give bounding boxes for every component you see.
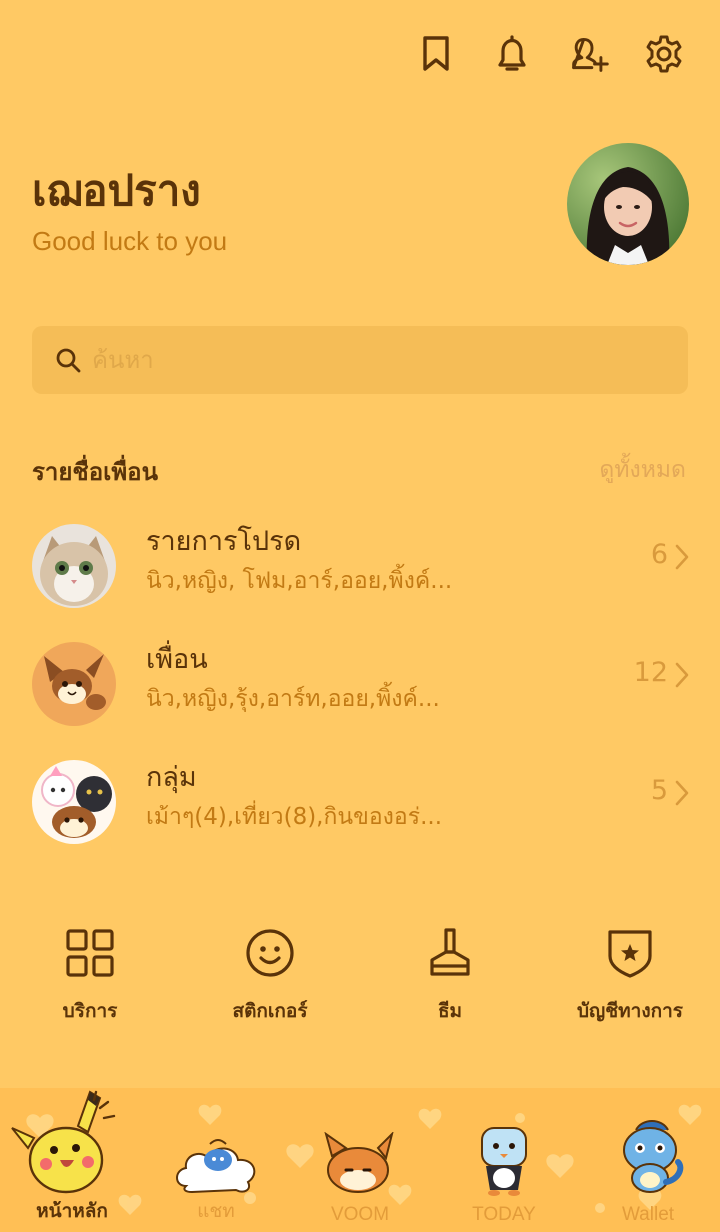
- fox-voom-icon: [324, 1132, 394, 1193]
- bookmark-button[interactable]: [414, 32, 458, 76]
- friend-list-count: 6: [650, 539, 668, 570]
- cloud-chat-icon: [176, 1139, 256, 1194]
- stickers-button[interactable]: สติกเกอร์: [180, 920, 360, 1030]
- friend-list-members: นิว,หญิง,รุ้ง,อาร์ท,ออย,พิ้งค์...: [146, 686, 440, 712]
- services-button[interactable]: บริการ: [0, 920, 180, 1030]
- tab-voom-label: VOOM: [330, 1204, 390, 1225]
- sobble-wallet-icon: [623, 1120, 684, 1193]
- official-accounts-button[interactable]: บัญชีทางการ: [540, 920, 720, 1030]
- favorites-thumbnail: [32, 524, 116, 608]
- add-friend-icon: [572, 38, 609, 72]
- friend-list-count: 12: [633, 657, 668, 688]
- settings-button[interactable]: [642, 32, 686, 76]
- friend-list-title: รายการโปรด: [146, 526, 302, 557]
- themes-button[interactable]: ธีม: [360, 920, 540, 1030]
- services-label: บริการ: [62, 1000, 118, 1022]
- friend-list-members: นิว,หญิง, โฟม,อาร์,ออย,พิ้งค์...: [146, 568, 453, 594]
- tab-wallet[interactable]: Wallet: [576, 1088, 720, 1232]
- tab-wallet-label: Wallet: [621, 1204, 675, 1225]
- see-all-link[interactable]: ดูทั้งหมด: [599, 452, 686, 488]
- search-bar[interactable]: [32, 326, 688, 394]
- bookmark-icon: [423, 36, 449, 71]
- brush-icon: [430, 928, 470, 976]
- bell-icon: [498, 35, 526, 71]
- profile-name[interactable]: เฌอปราง: [32, 158, 201, 224]
- friends-thumbnail: [32, 642, 116, 726]
- search-icon: [56, 348, 81, 373]
- search-input[interactable]: [92, 326, 652, 394]
- stickers-label: สติกเกอร์: [232, 1000, 308, 1022]
- tab-chat-label: แชท: [197, 1201, 235, 1222]
- friend-list-count: 5: [650, 775, 668, 806]
- bottom-tab-bar: หน้าหลัก แชท VOOM TODAY Wallet: [0, 1088, 720, 1232]
- grid-icon: [66, 929, 114, 977]
- penguin-today-icon: [481, 1127, 527, 1196]
- gear-icon: [646, 35, 682, 73]
- chevron-right-icon: [675, 662, 689, 688]
- tab-home-label: หน้าหลัก: [36, 1201, 108, 1222]
- chevron-right-icon: [675, 544, 689, 570]
- friend-list-row-groups[interactable]: กลุ่ม เม้าๆ(4),เที่ยว(8),กินของอร่... 5: [0, 751, 720, 861]
- chevron-right-icon: [675, 780, 689, 806]
- add-friend-button[interactable]: [568, 32, 612, 76]
- tab-home[interactable]: หน้าหลัก: [0, 1088, 144, 1232]
- tab-today-label: TODAY: [472, 1204, 536, 1225]
- notifications-button[interactable]: [490, 32, 534, 76]
- themes-label: ธีม: [437, 1000, 463, 1022]
- tab-voom[interactable]: VOOM: [288, 1088, 432, 1232]
- friend-list-row-friends[interactable]: เพื่อน นิว,หญิง,รุ้ง,อาร์ท,ออย,พิ้งค์...…: [0, 633, 720, 743]
- pikachu-home-icon: [11, 1090, 116, 1194]
- profile-avatar[interactable]: [567, 143, 689, 265]
- tab-chat[interactable]: แชท: [144, 1088, 288, 1232]
- profile-status-message[interactable]: Good luck to you: [32, 226, 227, 257]
- friend-list-members: เม้าๆ(4),เที่ยว(8),กินของอร่...: [146, 804, 443, 830]
- smiley-icon: [246, 929, 294, 977]
- friend-list-title: กลุ่ม: [146, 762, 197, 793]
- groups-thumbnail: [32, 760, 116, 844]
- official-accounts-label: บัญชีทางการ: [577, 1000, 683, 1022]
- friend-list-row-favorites[interactable]: รายการโปรด นิว,หญิง, โฟม,อาร์,ออย,พิ้งค์…: [0, 515, 720, 625]
- friend-list-title: เพื่อน: [146, 644, 208, 675]
- official-badge-icon: [608, 930, 652, 978]
- tab-today[interactable]: TODAY: [432, 1088, 576, 1232]
- friends-section-title: รายชื่อเพื่อน: [32, 458, 158, 486]
